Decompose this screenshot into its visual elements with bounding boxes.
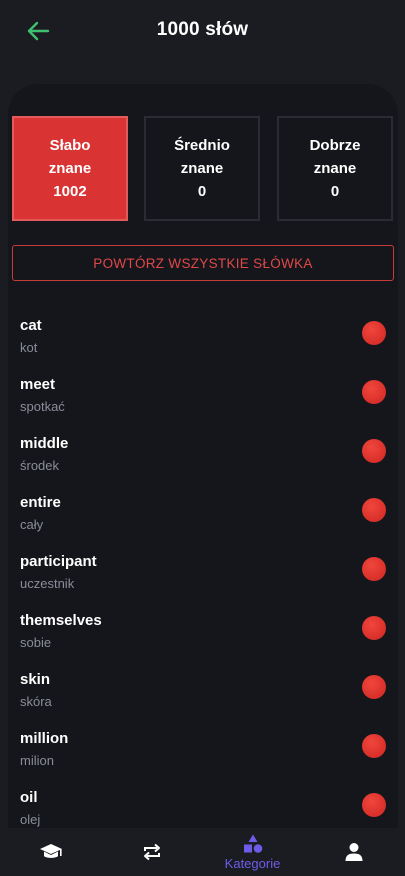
list-item[interactable]: oil olej (8, 775, 398, 834)
list-item[interactable]: cat kot (8, 303, 398, 362)
stat-label-line2: znane (180, 160, 224, 177)
status-dot-icon (362, 675, 386, 699)
repeat-all-words-button[interactable]: POWTÓRZ WSZYSTKIE SŁÓWKA (12, 245, 394, 281)
list-item[interactable]: million milion (8, 716, 398, 775)
stat-medium-known[interactable]: Średnio znane 0 (144, 116, 260, 221)
status-dot-icon (362, 439, 386, 463)
tab-profile[interactable] (303, 828, 404, 876)
list-item[interactable]: participant uczestnik (8, 539, 398, 598)
word-english: participant (20, 553, 97, 570)
word-polish: uczestnik (20, 576, 75, 591)
knowledge-stats: Słabo znane 1002 Średnio znane 0 Dobrze … (12, 116, 393, 221)
list-item[interactable]: entire cały (8, 480, 398, 539)
bottom-tab-bar: Kategorie (0, 828, 405, 876)
word-english: oil (20, 789, 38, 806)
stat-label-line1: Słabo (49, 137, 91, 154)
list-item[interactable]: themselves sobie (8, 598, 398, 657)
status-dot-icon (362, 557, 386, 581)
word-list: cat kot meet spotkać middle środek entir… (8, 303, 398, 834)
stat-label-line2: znane (313, 160, 357, 177)
stat-label-line2: znane (48, 160, 92, 177)
app-header: 1000 słów (0, 0, 405, 62)
user-icon (345, 843, 362, 861)
stat-count: 0 (330, 183, 340, 200)
repeat-icon (143, 843, 160, 861)
stat-well-known[interactable]: Dobrze znane 0 (277, 116, 393, 221)
word-polish: kot (20, 340, 38, 355)
tab-repeat[interactable] (101, 828, 202, 876)
status-dot-icon (362, 734, 386, 758)
list-item[interactable]: middle środek (8, 421, 398, 480)
stat-weak-known[interactable]: Słabo znane 1002 (12, 116, 128, 221)
word-polish: olej (20, 812, 41, 827)
word-polish: cały (20, 517, 44, 532)
status-dot-icon (362, 793, 386, 817)
word-polish: spotkać (20, 399, 65, 414)
tab-label-categories: Kategorie (224, 855, 281, 871)
list-item[interactable]: skin skóra (8, 657, 398, 716)
status-dot-icon (362, 321, 386, 345)
word-english: skin (20, 671, 51, 688)
tab-learn[interactable] (0, 828, 101, 876)
word-english: meet (20, 376, 56, 393)
status-dot-icon (362, 616, 386, 640)
shapes-icon (243, 834, 262, 853)
word-english: themselves (20, 612, 102, 629)
list-item[interactable]: meet spotkać (8, 362, 398, 421)
stat-count: 1002 (53, 183, 87, 200)
word-polish: milion (20, 753, 54, 768)
page-title: 1000 słów (156, 19, 249, 40)
word-english: million (20, 730, 69, 747)
status-dot-icon (362, 498, 386, 522)
word-polish: sobie (20, 635, 52, 650)
word-english: entire (20, 494, 61, 511)
word-polish: środek (20, 458, 60, 473)
word-polish: skóra (20, 694, 52, 709)
stat-label-line1: Średnio (174, 137, 230, 154)
stat-count: 0 (197, 183, 207, 200)
graduation-cap-icon (39, 844, 62, 858)
status-dot-icon (362, 380, 386, 404)
content-panel: Słabo znane 1002 Średnio znane 0 Dobrze … (8, 84, 398, 844)
tab-categories[interactable]: Kategorie (202, 828, 303, 876)
word-english: middle (20, 435, 69, 452)
stat-label-line1: Dobrze (309, 137, 361, 154)
word-english: cat (20, 317, 42, 334)
